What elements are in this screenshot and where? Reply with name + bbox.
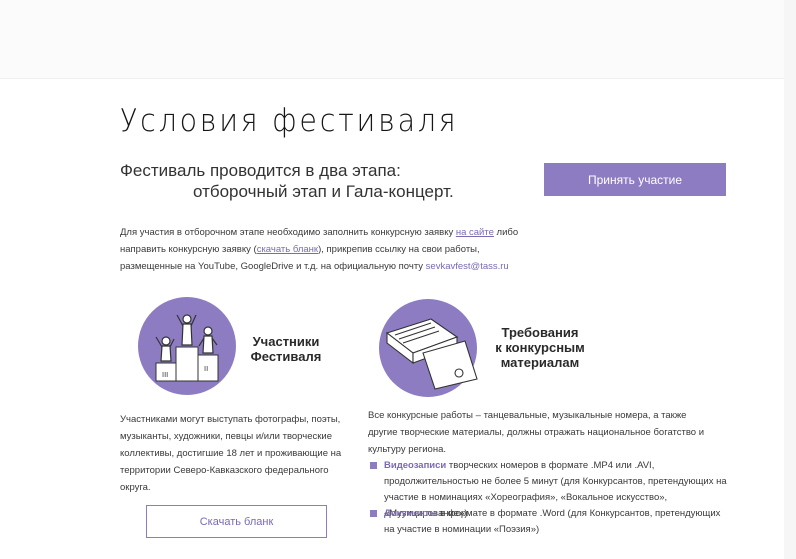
- email-link[interactable]: sevkavfest@tass.ru: [426, 261, 509, 272]
- participants-heading: Участники Фестиваля: [243, 334, 329, 364]
- requirements-heading: Требования к конкурсным материалам: [490, 325, 590, 370]
- download-form-button[interactable]: Скачать бланк: [146, 505, 327, 538]
- info-paragraph: Для участия в отборочном этапе необходим…: [120, 224, 530, 275]
- site-link[interactable]: на сайте: [456, 227, 494, 238]
- join-button[interactable]: Принять участие: [544, 163, 726, 196]
- bullet-documents-highlight: Документы: [384, 508, 438, 519]
- requirements-heading-line-2: к конкурсным: [495, 340, 585, 355]
- page-title: Условия фестиваля: [120, 103, 459, 139]
- requirements-heading-line-1: Требования: [501, 325, 579, 340]
- svg-text:II: II: [204, 365, 208, 373]
- participants-heading-line-2: Фестиваля: [250, 349, 322, 364]
- requirements-text: Все конкурсные работы – танцевальные, му…: [368, 410, 705, 455]
- bullet-marker: [370, 462, 377, 469]
- intro-line-2: отборочный этап и Гала-концерт.: [193, 182, 454, 201]
- bullet-documents: Документы в формате в формате .Word (для…: [370, 506, 730, 538]
- svg-text:III: III: [162, 371, 168, 379]
- info-text-1: Для участия в отборочном этапе необходим…: [120, 227, 456, 238]
- participants-text: Участниками могут выступать фотографы, п…: [120, 414, 342, 493]
- right-edge: [784, 0, 796, 559]
- participants-heading-line-1: Участники: [252, 334, 320, 349]
- bullet-video-highlight: Видеозаписи: [384, 460, 447, 471]
- top-band: [0, 0, 796, 79]
- requirements-heading-line-3: материалам: [500, 355, 580, 370]
- podium-icon: III II: [138, 297, 236, 395]
- bullet-marker: [370, 510, 377, 517]
- download-form-link[interactable]: скачать бланк: [257, 244, 318, 255]
- intro-line-1: Фестиваль проводится в два этапа:: [120, 161, 401, 180]
- documents-icon: [379, 299, 478, 397]
